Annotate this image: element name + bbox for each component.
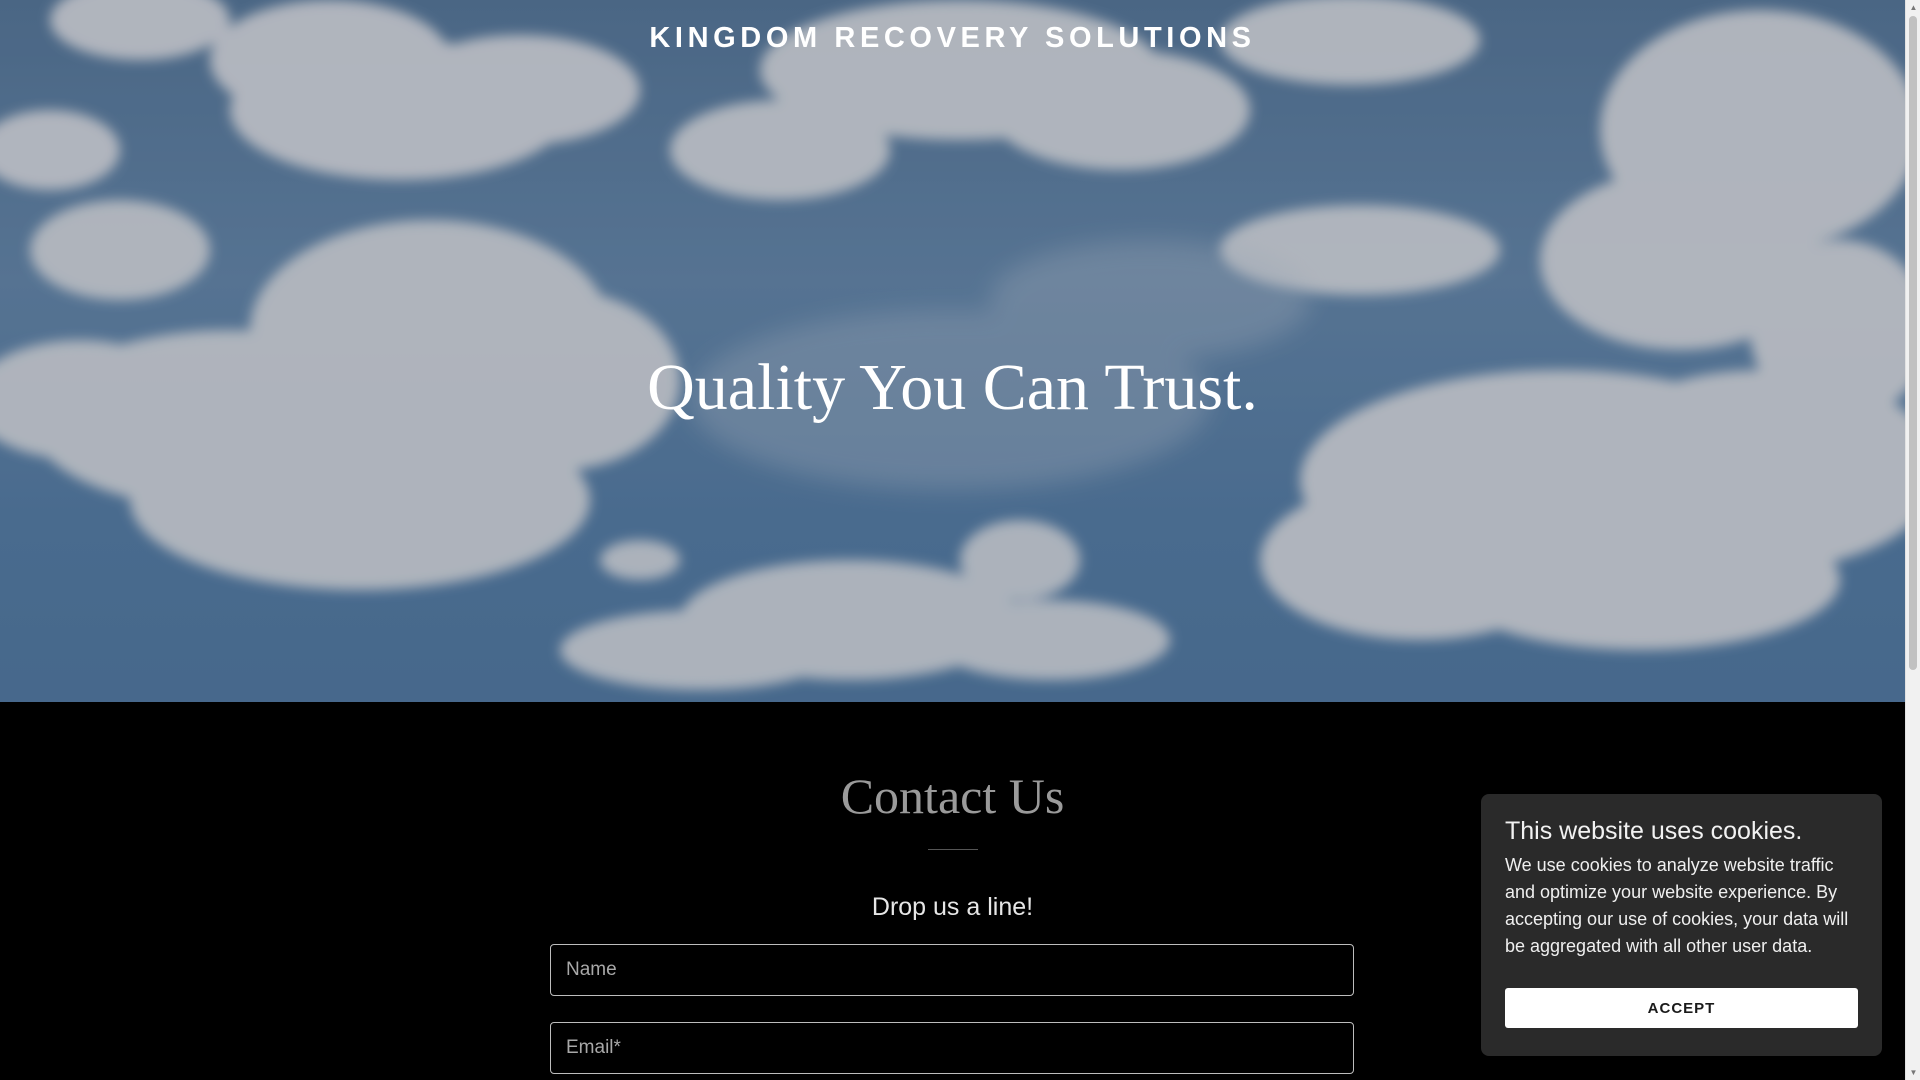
cookie-title: This website uses cookies. [1505, 817, 1803, 845]
hero-section: KINGDOM RECOVERY SOLUTIONS Quality You C… [0, 0, 1905, 702]
name-field[interactable] [550, 944, 1354, 996]
page: KINGDOM RECOVERY SOLUTIONS Quality You C… [0, 0, 1920, 1080]
hero-tagline: Quality You Can Trust. [647, 351, 1258, 424]
heading-divider [928, 849, 978, 850]
name-input[interactable] [551, 945, 1353, 995]
site-title[interactable]: KINGDOM RECOVERY SOLUTIONS [0, 22, 1905, 55]
scrollbar-thumb[interactable] [1909, 16, 1917, 670]
scroll-down-arrow-icon[interactable]: ▼ [1906, 1065, 1920, 1080]
email-field[interactable] [550, 1022, 1354, 1074]
email-input[interactable] [551, 1023, 1353, 1073]
vertical-scrollbar[interactable]: ▲ ▼ [1905, 0, 1920, 1080]
scroll-up-arrow-icon[interactable]: ▲ [1906, 0, 1920, 15]
viewport: KINGDOM RECOVERY SOLUTIONS Quality You C… [0, 0, 1905, 1080]
cookie-banner: This website uses cookies. We use cookie… [1481, 794, 1882, 1056]
cookie-message: We use cookies to analyze website traffi… [1505, 855, 1849, 956]
accept-cookies-button[interactable]: ACCEPT [1505, 988, 1858, 1028]
